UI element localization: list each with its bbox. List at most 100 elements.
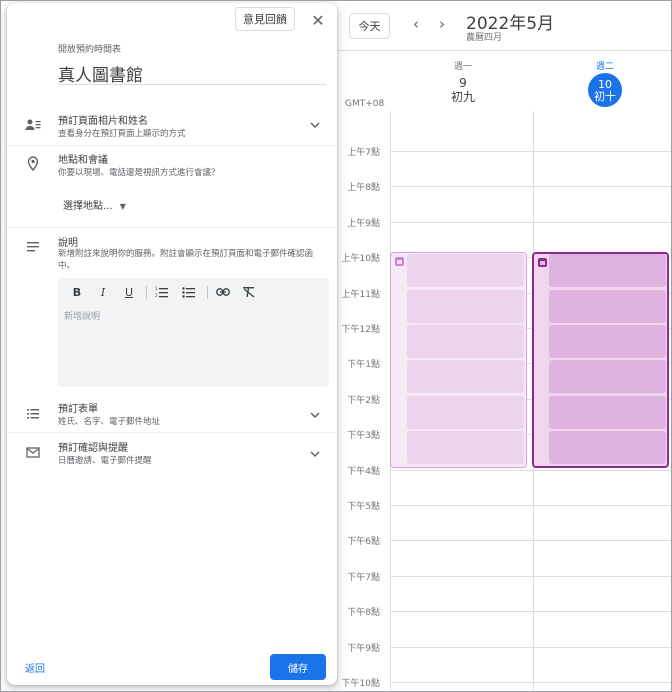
appointment-slot[interactable] (407, 290, 524, 323)
mail-icon (25, 444, 41, 460)
location-row-title: 地點和會議 (58, 155, 108, 166)
schedule-title-input[interactable]: 真人圖書館 (58, 61, 326, 86)
hour-gridline (391, 186, 671, 187)
booking-page-panel: 意見回饋 ✕ 開放預約時間表 真人圖書館 預訂頁面相片和姓名 查看身分在預訂頁面… (7, 3, 337, 685)
underline-button[interactable]: U (121, 284, 137, 300)
location-row-subtitle: 你要以現場、電話還是視訊方式進行會議？ (58, 168, 220, 178)
hour-gridline (391, 505, 671, 506)
hour-label: 下午5點 (347, 502, 380, 512)
save-button[interactable]: 儲存 (270, 654, 326, 680)
hour-label: 下午1點 (347, 360, 380, 370)
notes-icon (25, 239, 41, 255)
location-select-value: 選擇地點... (63, 201, 113, 212)
hour-label: 上午10點 (341, 254, 380, 264)
link-icon[interactable] (215, 284, 231, 300)
toolbar-separator (207, 286, 208, 299)
appointment-slot[interactable] (407, 254, 524, 287)
description-row-title: 說明 (58, 238, 78, 249)
bold-button[interactable]: B (69, 284, 85, 300)
panel-subtitle: 開放預約時間表 (58, 45, 122, 55)
timezone-label: GMT+08 (345, 99, 385, 109)
numbered-list-icon[interactable]: 12 (154, 284, 170, 300)
hour-label: 上午9點 (347, 219, 380, 229)
app-frame: 今天 ‹ › 2022年5月 農曆四月 週一 9 初九 週二 10 初十 GMT… (0, 0, 672, 692)
chevron-down-icon[interactable] (310, 448, 320, 461)
toolbar-separator (146, 286, 147, 299)
close-icon[interactable]: ✕ (308, 10, 328, 30)
divider (7, 432, 337, 433)
editor-placeholder: 新增說明 (64, 312, 101, 322)
appointment-slot[interactable] (549, 396, 666, 429)
hour-label: 上午7點 (347, 148, 380, 158)
day-header-tue[interactable]: 週二 (575, 59, 635, 72)
appointment-slot[interactable] (549, 254, 666, 287)
today-button[interactable]: 今天 (349, 13, 390, 39)
divider (7, 227, 337, 228)
location-select[interactable]: 選擇地點... ▼ (63, 197, 126, 212)
day-of-week: 週二 (595, 62, 614, 72)
calendar-icon (538, 258, 547, 267)
clear-formatting-icon[interactable] (241, 284, 257, 300)
appointment-slot[interactable] (407, 431, 524, 464)
day-header-mon[interactable]: 週一 9 初九 (433, 59, 493, 104)
day-of-week: 週一 (453, 62, 472, 72)
location-pin-icon (25, 155, 41, 171)
today-date-badge[interactable]: 10 初十 (588, 73, 622, 107)
profile-row-title[interactable]: 預訂頁面相片和姓名 (58, 112, 148, 127)
calendar-week-view: 今天 ‹ › 2022年5月 農曆四月 週一 9 初九 週二 10 初十 GMT… (337, 1, 671, 691)
appointment-slot[interactable] (549, 290, 666, 323)
hour-gridline (391, 682, 671, 683)
booking-form-row-subtitle: 姓氏、名字、電子郵件地址 (58, 417, 161, 427)
dropdown-arrow-icon: ▼ (119, 202, 126, 211)
description-editor[interactable]: B I U 12 新增說明 (58, 278, 329, 387)
availability-block-tue-selected[interactable] (532, 252, 669, 468)
chevron-down-icon[interactable] (310, 409, 320, 422)
hour-label: 下午2點 (347, 396, 380, 406)
hour-gridline (391, 611, 671, 612)
lunar-day: 初十 (594, 90, 616, 103)
prev-week-icon[interactable]: ‹ (408, 15, 424, 33)
appointment-slot[interactable] (407, 325, 524, 358)
svg-text:2: 2 (155, 293, 158, 298)
hour-gridline (391, 576, 671, 577)
appointment-slot[interactable] (407, 396, 524, 429)
hour-gridline (391, 222, 671, 223)
calendar-header: 今天 ‹ › 2022年5月 農曆四月 (337, 1, 671, 51)
svg-text:1: 1 (155, 286, 158, 291)
booking-form-row-title[interactable]: 預訂表單 (58, 400, 98, 415)
feedback-button[interactable]: 意見回饋 (235, 7, 295, 31)
lunar-day: 初九 (450, 90, 475, 104)
availability-block-mon[interactable] (390, 252, 527, 468)
day-number: 9 (459, 76, 467, 90)
hour-label: 下午3點 (347, 431, 380, 441)
italic-button[interactable]: I (95, 284, 111, 300)
appointment-slot[interactable] (549, 325, 666, 358)
hour-gridline (391, 647, 671, 648)
lunar-month-label: 農曆四月 (466, 33, 503, 43)
hour-label: 下午4點 (347, 467, 380, 477)
hour-label: 下午8點 (347, 608, 380, 618)
hour-label: 下午10點 (341, 679, 380, 689)
confirmation-row-title[interactable]: 預訂確認與提醒 (58, 439, 128, 454)
calendar-icon (395, 257, 404, 266)
hour-label: 下午7點 (347, 573, 380, 583)
hour-label: 下午12點 (341, 325, 380, 335)
profile-row-subtitle: 查看身分在預訂頁面上顯示的方式 (58, 129, 186, 139)
hour-gridline (391, 470, 671, 471)
description-help-text: 新增附註來說明你的服務。附註會顯示在預訂頁面和電子郵件確認函中。 (58, 249, 314, 271)
back-link[interactable]: 返回 (25, 660, 45, 675)
appointment-slot[interactable] (549, 431, 666, 464)
hour-label: 下午9點 (347, 644, 380, 654)
hour-label: 下午6點 (347, 537, 380, 547)
confirmation-row-subtitle: 日曆邀請、電子郵件提醒 (58, 456, 152, 466)
appointment-slot[interactable] (407, 360, 524, 393)
form-list-icon (25, 405, 41, 421)
hour-gridline (391, 540, 671, 541)
person-icon (25, 117, 41, 133)
next-week-icon[interactable]: › (434, 15, 450, 33)
appointment-slot[interactable] (549, 360, 666, 393)
hour-gridline (391, 151, 671, 152)
hour-label: 上午11點 (341, 290, 380, 300)
chevron-down-icon[interactable] (310, 119, 320, 132)
bulleted-list-icon[interactable] (181, 284, 197, 300)
